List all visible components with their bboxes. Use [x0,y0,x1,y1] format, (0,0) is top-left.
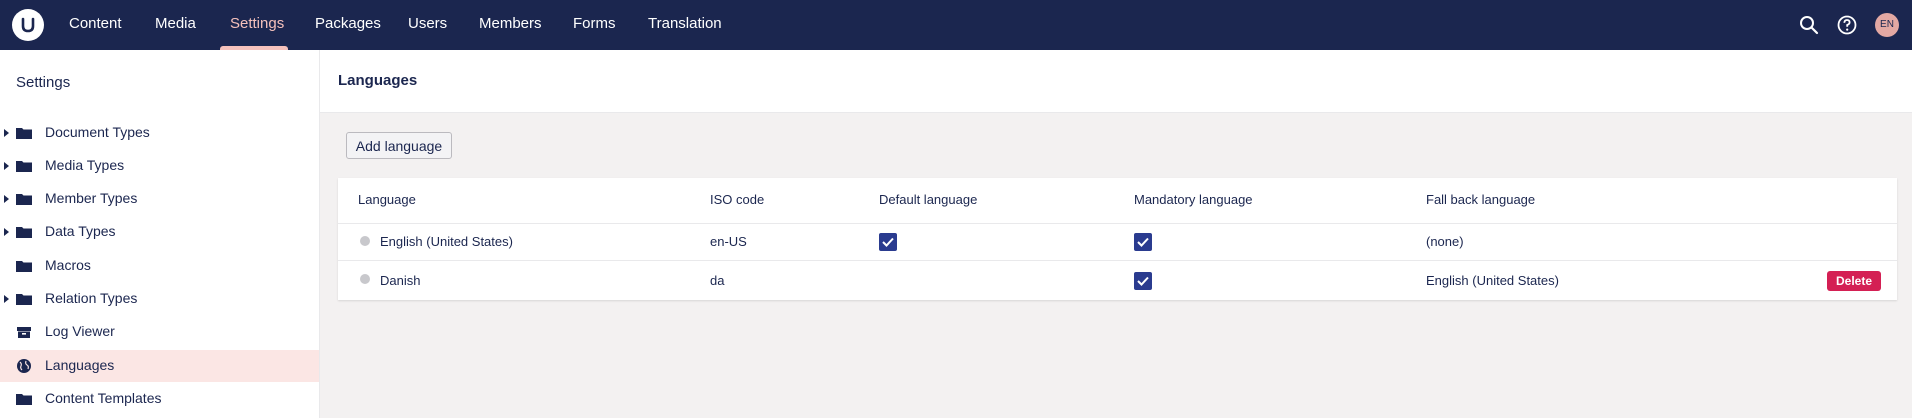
nav-members[interactable]: Members [479,0,542,50]
sidebar-item-relation-types[interactable]: Relation Types [0,283,319,315]
default-language-checkbox[interactable] [879,233,897,251]
column-header-iso-code: ISO code [710,192,765,207]
mandatory-language-checkbox[interactable] [1134,233,1152,251]
sidebar-item-log-viewer[interactable]: Log Viewer [0,316,319,348]
sidebar-item-label: Languages [45,357,115,373]
nav-translation[interactable]: Translation [648,0,722,50]
sidebar-item-label: Media Types [45,157,125,173]
delete-language-button[interactable]: Delete [1827,271,1881,291]
sidebar-item-label: Document Types [45,124,150,140]
folder-icon [16,291,32,307]
main-header: Languages [320,50,1912,113]
user-avatar[interactable]: EN [1875,13,1899,37]
settings-sidebar: Settings Document Types Media Types Memb… [0,50,320,418]
nav-forms[interactable]: Forms [573,0,616,50]
nav-media[interactable]: Media [155,0,196,50]
nav-packages[interactable]: Packages [315,0,381,50]
column-header-language: Language [358,192,416,207]
language-name[interactable]: English (United States) [380,234,513,249]
globe-icon [16,358,32,374]
sidebar-item-member-types[interactable]: Member Types [0,183,319,215]
expand-caret-icon[interactable] [4,228,9,236]
sidebar-item-media-types[interactable]: Media Types [0,150,319,182]
sidebar-item-label: Data Types [45,223,116,239]
globe-icon [360,274,370,284]
expand-caret-icon[interactable] [4,129,9,137]
sidebar-item-macros[interactable]: Macros [0,250,319,282]
fallback-language: English (United States) [1426,273,1559,288]
iso-code: en-US [710,234,747,249]
help-icon[interactable] [1836,14,1858,36]
globe-icon [360,236,370,246]
folder-icon [16,191,32,207]
top-navigation-bar: Content Media Settings Packages Users Me… [0,0,1912,50]
expand-caret-icon[interactable] [4,295,9,303]
sidebar-item-languages[interactable]: Languages [0,350,319,382]
sidebar-item-content-templates[interactable]: Content Templates [0,383,319,415]
nav-content[interactable]: Content [69,0,122,50]
table-row[interactable]: English (United States) en-US (none) [338,223,1897,261]
sidebar-item-label: Relation Types [45,290,138,306]
sidebar-item-data-types[interactable]: Data Types [0,216,319,248]
folder-icon [16,258,32,274]
folder-icon [16,224,32,240]
column-header-default-language: Default language [879,192,978,207]
sidebar-item-label: Content Templates [45,390,162,406]
language-name[interactable]: Danish [380,273,420,288]
nav-users[interactable]: Users [408,0,447,50]
expand-caret-icon[interactable] [4,162,9,170]
sidebar-item-label: Log Viewer [45,323,115,339]
iso-code: da [710,273,725,288]
sidebar-item-label: Macros [45,257,91,273]
folder-icon [16,158,32,174]
sidebar-title: Settings [16,74,71,91]
sidebar-item-document-types[interactable]: Document Types [0,117,319,149]
add-language-button[interactable]: Add language [346,132,452,159]
archive-icon [16,324,32,340]
nav-settings[interactable]: Settings [230,0,284,50]
column-header-mandatory-language: Mandatory language [1134,192,1253,207]
search-icon[interactable] [1798,14,1820,36]
mandatory-language-checkbox[interactable] [1134,272,1152,290]
fallback-language: (none) [1426,234,1464,249]
sidebar-item-label: Member Types [45,190,138,206]
expand-caret-icon[interactable] [4,195,9,203]
page-title: Languages [338,72,418,89]
folder-icon [16,125,32,141]
table-row[interactable]: Danish da English (United States) Delete [338,260,1897,301]
column-header-fallback-language: Fall back language [1426,192,1536,207]
languages-table: Language ISO code Default language Manda… [338,178,1897,300]
umbraco-logo-icon[interactable] [12,9,44,41]
folder-icon [16,391,32,407]
